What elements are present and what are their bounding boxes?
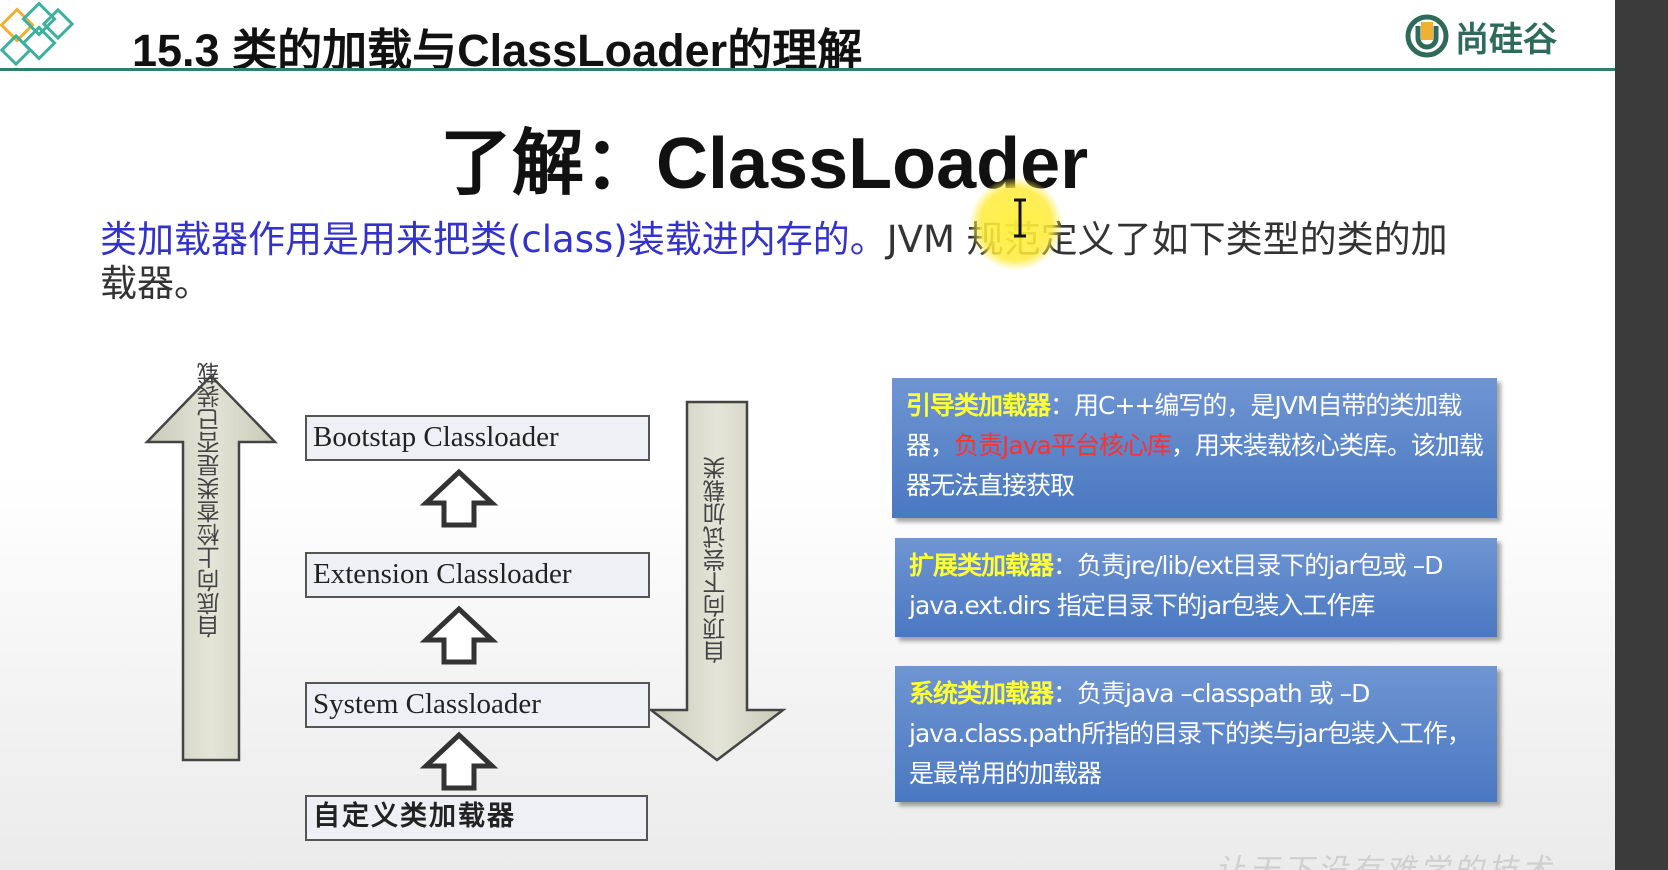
bootstrap-info-box: 引导类加载器：用C++编写的，是JVM自带的类加载器，负责Java平台核心库，用… — [892, 378, 1497, 518]
system-info-name: 系统类加载器 — [909, 679, 1054, 708]
system-info-box: 系统类加载器：负责java –classpath 或 –D java.class… — [895, 666, 1497, 802]
bootstrap-info-name: 引导类加载器 — [906, 391, 1051, 420]
right-scrollbar-area — [1615, 0, 1668, 870]
small-up-arrow-icon — [419, 731, 499, 791]
custom-classloader-box: 自定义类加载器 — [305, 795, 648, 841]
up-arrow-label: 自底向上检查类是否已装载 — [197, 362, 225, 638]
down-arrow-label: 自顶向下尝试加载类 — [703, 456, 731, 663]
slide: 15.3 类的加载与ClassLoader的理解 尚硅谷 了解：ClassLoa… — [0, 0, 1615, 870]
extension-info-name: 扩展类加载器 — [909, 551, 1054, 580]
footer-watermark: 让天下没有难学的技术 — [1215, 845, 1555, 870]
text-cursor-icon — [1014, 198, 1026, 238]
extension-classloader-box: Extension Classloader — [305, 552, 650, 598]
bootstrap-classloader-box: Bootstap Classloader — [305, 415, 650, 461]
extension-info-box: 扩展类加载器：负责jre/lib/ext目录下的jar包或 –D java.ex… — [895, 538, 1497, 637]
small-up-arrow-icon — [419, 468, 499, 528]
system-classloader-box: System Classloader — [305, 682, 650, 728]
bootstrap-info-highlight: 负责Java平台核心库 — [954, 431, 1172, 460]
small-up-arrow-icon — [419, 605, 499, 665]
